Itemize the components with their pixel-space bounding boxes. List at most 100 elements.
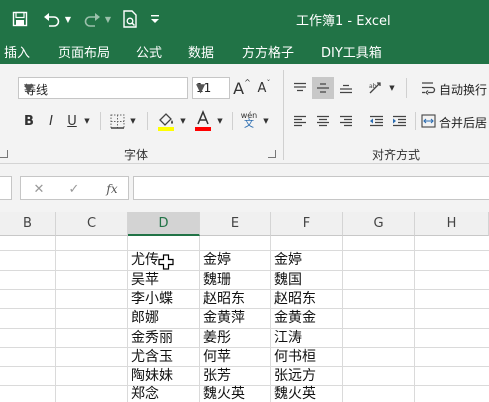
cell-f[interactable]: 魏国 <box>271 271 342 290</box>
font-color-icon <box>195 110 211 131</box>
align-bottom-icon <box>340 84 352 94</box>
tab-insert[interactable]: 插入 <box>4 42 30 61</box>
borders-icon <box>110 114 124 129</box>
cell-e[interactable]: 姜彤 <box>200 329 270 348</box>
cell-e[interactable]: 魏珊 <box>200 271 270 290</box>
svg-text:ab: ab <box>369 83 377 90</box>
cell-e[interactable]: 金婷 <box>200 251 270 270</box>
cell-d[interactable]: 陶妹妹 <box>128 367 199 386</box>
font-group-label: 字体 <box>124 148 149 162</box>
increase-indent-button[interactable] <box>389 110 409 132</box>
underline-button[interactable]: U <box>63 110 81 132</box>
underline-dropdown-icon[interactable]: ▼ <box>82 110 92 132</box>
cell-d[interactable]: 吴苹 <box>128 271 199 290</box>
align-center-button[interactable] <box>312 110 334 132</box>
cell-f[interactable]: 何书桓 <box>271 348 342 367</box>
bold-button[interactable]: B <box>20 110 38 132</box>
formula-bar: ✕ ✓ fx <box>0 164 489 212</box>
cell-e[interactable]: 何苹 <box>200 348 270 367</box>
phonetic-guide-button[interactable]: wén 文 <box>238 108 260 134</box>
cell-f[interactable]: 赵昭东 <box>271 290 342 309</box>
cell-f[interactable]: 张远方 <box>271 367 342 386</box>
column-header-d[interactable]: D <box>128 212 200 236</box>
customize-qat-icon[interactable] <box>148 9 162 29</box>
grid-line <box>414 236 415 402</box>
fill-color-button[interactable] <box>155 108 177 134</box>
cancel-icon[interactable]: ✕ <box>31 180 47 198</box>
name-box[interactable] <box>0 176 12 200</box>
column-header-g[interactable]: G <box>343 212 415 236</box>
font-color-dropdown-icon[interactable]: ▼ <box>215 110 225 132</box>
column-header-f[interactable]: F <box>271 212 343 236</box>
align-left-button[interactable] <box>290 110 310 132</box>
confirm-icon[interactable]: ✓ <box>66 180 82 198</box>
font-size-select[interactable]: 11 ▼ <box>192 77 230 99</box>
tab-fangfang[interactable]: 方方格子 <box>242 42 294 61</box>
merge-center-label[interactable]: 合并后居 <box>439 114 487 131</box>
cell-d[interactable]: 郑念 <box>128 385 199 402</box>
column-header-e[interactable]: E <box>200 212 271 236</box>
redo-dropdown-icon: ▼ <box>104 14 112 24</box>
align-top-button[interactable] <box>290 77 310 99</box>
merge-center-button[interactable] <box>419 110 437 132</box>
cell-select-cursor-icon <box>158 254 174 270</box>
align-middle-icon <box>317 83 329 93</box>
print-preview-icon[interactable] <box>120 9 140 29</box>
column-header-c[interactable]: C <box>56 212 128 236</box>
borders-button[interactable] <box>107 110 127 132</box>
cell-d[interactable]: 尤含玉 <box>128 348 199 367</box>
pinyin-bottom: 文 <box>244 119 254 130</box>
increase-indent-icon <box>392 115 406 127</box>
fill-color-dropdown-icon[interactable]: ▼ <box>178 110 188 132</box>
cell-f[interactable]: 金黄金 <box>271 309 342 328</box>
tab-formulas[interactable]: 公式 <box>136 42 162 61</box>
cell-f[interactable]: 江涛 <box>271 329 342 348</box>
cell-f[interactable]: 金婷 <box>271 251 342 270</box>
chevron-down-icon: ▼ <box>24 81 34 95</box>
tab-diy-toolbox[interactable]: DIY工具箱 <box>321 42 382 61</box>
phonetic-dropdown-icon[interactable]: ▼ <box>261 110 271 132</box>
cell-e[interactable]: 张芳 <box>200 367 270 386</box>
tab-data[interactable]: 数据 <box>188 42 214 61</box>
cell-f[interactable]: 魏火英 <box>271 385 342 402</box>
italic-button[interactable]: I <box>42 110 60 132</box>
font-name-select[interactable]: 等线 ▼ <box>18 77 188 99</box>
insert-function-button[interactable]: fx <box>103 180 121 198</box>
cell-d[interactable]: 金秀丽 <box>128 329 199 348</box>
window-title: 工作簿1 - Excel <box>296 14 391 29</box>
cell-e[interactable]: 魏火英 <box>200 385 270 402</box>
shrink-font-button[interactable]: Aˇ <box>255 77 273 99</box>
cell-d[interactable]: 郎娜 <box>128 309 199 328</box>
column-header-h[interactable]: H <box>415 212 489 236</box>
undo-icon[interactable] <box>42 9 62 29</box>
cell-e[interactable]: 赵昭东 <box>200 290 270 309</box>
borders-dropdown-icon[interactable]: ▼ <box>128 110 138 132</box>
wrap-text-icon <box>421 82 435 95</box>
cell-d[interactable]: 李小蝶 <box>128 290 199 309</box>
wrap-text-label[interactable]: 自动换行 <box>439 81 487 98</box>
grow-font-button[interactable]: A ^ <box>233 77 251 99</box>
decrease-indent-button[interactable] <box>366 110 386 132</box>
orientation-button[interactable]: ab <box>366 77 386 99</box>
caret-up-icon: ^ <box>244 77 251 87</box>
ribbon: 等线 ▼ 11 ▼ A ^ Aˇ B I U ▼ ▼ ▼ ▼ wén 文 ▼ 字体 <box>0 64 489 164</box>
font-color-button[interactable] <box>192 108 214 134</box>
orientation-dropdown-icon[interactable]: ▼ <box>387 77 397 99</box>
align-middle-button[interactable] <box>312 77 334 99</box>
align-left-icon <box>294 115 306 127</box>
alignment-group-label: 对齐方式 <box>372 148 421 162</box>
clipboard-dialog-launcher-icon[interactable] <box>0 150 8 158</box>
align-right-button[interactable] <box>336 110 356 132</box>
font-dialog-launcher-icon[interactable] <box>268 150 276 158</box>
chevron-down-icon: ▼ <box>196 81 206 95</box>
formula-buttons: ✕ ✓ fx <box>20 176 129 200</box>
redo-icon <box>82 9 102 29</box>
formula-input[interactable] <box>133 176 489 200</box>
column-header-b[interactable]: B <box>0 212 56 236</box>
save-icon[interactable] <box>10 9 30 29</box>
wrap-text-button[interactable] <box>419 77 437 99</box>
align-bottom-button[interactable] <box>336 77 356 99</box>
undo-dropdown-icon[interactable]: ▼ <box>63 9 73 29</box>
cell-e[interactable]: 金黄萍 <box>200 309 270 328</box>
tab-page-layout[interactable]: 页面布局 <box>58 42 110 61</box>
